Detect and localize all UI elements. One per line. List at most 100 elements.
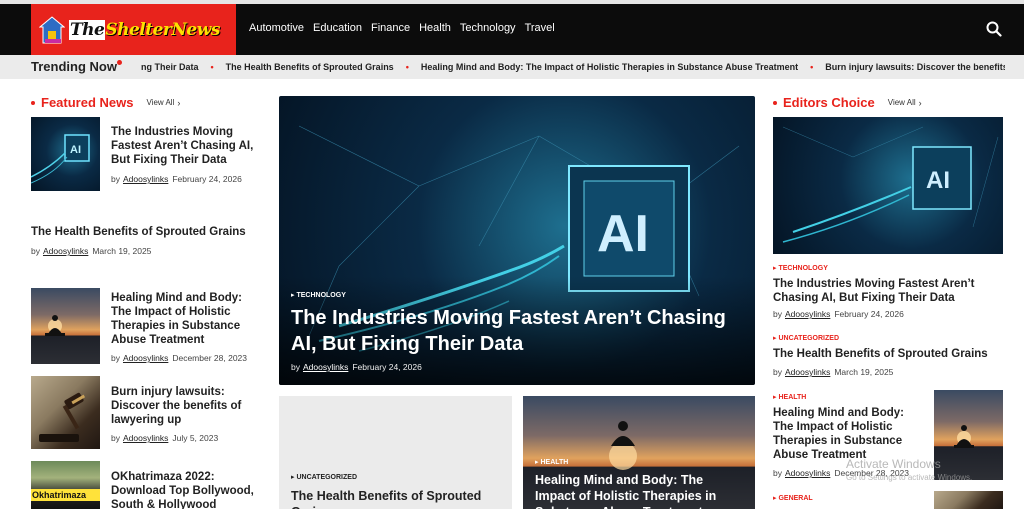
editors-category[interactable]: ▸ TECHNOLOGY — [773, 264, 828, 272]
ticker-item[interactable]: Healing Mind and Body: The Impact of Hol… — [421, 62, 798, 72]
post-thumbnail-meditation[interactable] — [31, 288, 100, 364]
svg-text:AI: AI — [70, 144, 81, 156]
post-thumbnail-ai[interactable]: AI — [31, 117, 100, 191]
editors-thumbnail-meditation[interactable] — [934, 390, 1003, 480]
chevron-right-icon: › — [918, 97, 922, 108]
meta-by: by — [291, 362, 300, 372]
section-dot — [31, 100, 35, 105]
author-link[interactable]: Adoosylinks — [123, 433, 168, 443]
editors-view-all-link[interactable]: View All › — [888, 98, 922, 108]
thumbnail-caption: Okhatrimaza — [31, 489, 100, 501]
post-meta: by Adoosylinks February 24, 2026 — [111, 174, 242, 184]
nav-item-technology[interactable]: Technology — [460, 22, 516, 34]
meta-by: by — [773, 367, 782, 377]
post-thumbnail-gavel[interactable] — [31, 376, 100, 449]
post-date: February 24, 2026 — [834, 309, 904, 319]
post-date: March 19, 2025 — [834, 367, 894, 377]
editors-choice-title: Editors Choice — [783, 95, 875, 110]
site-logo[interactable]: TheShelterNews — [31, 4, 236, 55]
author-link[interactable]: Adoosylinks — [303, 362, 348, 372]
featured-news-title: Featured News — [41, 95, 134, 110]
meta-by: by — [773, 309, 782, 319]
author-link[interactable]: Adoosylinks — [123, 174, 168, 184]
hero-title[interactable]: The Industries Moving Fastest Aren’t Cha… — [291, 305, 731, 357]
editors-post-title[interactable]: The Health Benefits of Sprouted Grains — [773, 347, 1013, 361]
ticker-bullet: • — [810, 62, 814, 72]
meta-by: by — [111, 174, 120, 184]
ticker-item[interactable]: Burn injury lawsuits: Discover the benef… — [825, 62, 1005, 72]
editors-post-title[interactable]: The Industries Moving Fastest Aren’t Cha… — [773, 277, 998, 305]
view-all-label: View All — [146, 98, 175, 107]
meta-by: by — [773, 468, 782, 478]
ticker-item[interactable]: ng Their Data — [141, 62, 199, 72]
post-date: February 24, 2026 — [172, 174, 242, 184]
featured-view-all-link[interactable]: View All › — [146, 98, 180, 108]
editors-chip-text: AI — [926, 167, 950, 194]
post-date: December 28, 2023 — [172, 353, 248, 363]
card-category-label: HEALTH — [540, 459, 569, 466]
card-title[interactable]: Healing Mind and Body: The Impact of Hol… — [535, 472, 745, 509]
view-all-label: View All — [887, 98, 916, 107]
nav-item-education[interactable]: Education — [313, 22, 362, 34]
hero-category-label: TECHNOLOGY — [296, 292, 346, 299]
post-date: July 5, 2023 — [172, 433, 219, 443]
nav-item-automotive[interactable]: Automotive — [249, 22, 304, 34]
hero-category[interactable]: ▸ TECHNOLOGY — [291, 291, 346, 299]
featured-news-header: Featured News View All › — [31, 95, 180, 110]
trending-label: Trending Now — [31, 59, 117, 74]
card-category[interactable]: ▸ HEALTH — [535, 458, 568, 466]
card-title[interactable]: The Health Benefits of Sprouted Grains — [291, 488, 506, 509]
ai-chip-icon: AI — [31, 134, 90, 184]
editors-category[interactable]: ▸ HEALTH — [773, 393, 806, 401]
logo-wordmark: TheShelterNews — [69, 19, 220, 40]
activate-windows-hint: Go to Settings to activate Windows. — [846, 473, 973, 482]
ticker-item[interactable]: The Health Benefits of Sprouted Grains — [226, 62, 394, 72]
section-dot — [773, 100, 777, 105]
chevron-right-icon: › — [177, 97, 181, 108]
post-thumbnail-movies[interactable]: Okhatrimaza — [31, 461, 100, 509]
post-meta: by Adoosylinks February 24, 2026 — [773, 309, 904, 319]
meta-by: by — [111, 353, 120, 363]
featured-post-title[interactable]: Burn injury lawsuits: Discover the benef… — [111, 385, 261, 427]
card-category[interactable]: ▸ UNCATEGORIZED — [291, 473, 357, 481]
category-label: HEALTH — [778, 394, 807, 401]
nav-item-finance[interactable]: Finance — [371, 22, 410, 34]
author-link[interactable]: Adoosylinks — [123, 353, 168, 363]
editors-category[interactable]: ▸ UNCATEGORIZED — [773, 334, 839, 342]
featured-post-title[interactable]: OKhatrimaza 2022: Download Top Bollywood… — [111, 470, 263, 509]
post-meta: by Adoosylinks March 19, 2025 — [31, 246, 151, 256]
ticker-item-text: ng Their Data — [141, 62, 199, 72]
featured-post-title[interactable]: The Industries Moving Fastest Aren’t Cha… — [111, 125, 263, 167]
ticker-item-text: Burn injury lawsuits: Discover the benef… — [825, 62, 1005, 72]
editors-choice-header: Editors Choice View All › — [773, 95, 922, 110]
featured-post-title[interactable]: The Health Benefits of Sprouted Grains — [31, 225, 271, 239]
author-link[interactable]: Adoosylinks — [785, 468, 830, 478]
search-icon[interactable] — [986, 21, 1002, 37]
ticker-item-text: The Health Benefits of Sprouted Grains — [225, 62, 394, 72]
author-link[interactable]: Adoosylinks — [43, 246, 88, 256]
editors-thumbnail-general[interactable] — [934, 491, 1003, 509]
logo-word-news: News — [171, 19, 220, 40]
gavel-icon — [39, 392, 86, 442]
card-category-label: UNCATEGORIZED — [296, 474, 358, 481]
trending-bar: Trending Now ng Their Data • The Health … — [0, 55, 1024, 79]
post-date: March 19, 2025 — [92, 246, 152, 256]
post-meta: by Adoosylinks December 28, 2023 — [111, 353, 247, 363]
editors-post-title[interactable]: Healing Mind and Body: The Impact of Hol… — [773, 406, 923, 462]
site-header: TheShelterNews Automotive Education Fina… — [0, 0, 1024, 55]
nav-item-health[interactable]: Health — [419, 22, 451, 34]
ticker-item-text: Healing Mind and Body: The Impact of Hol… — [420, 62, 799, 72]
nav-item-travel[interactable]: Travel — [525, 22, 555, 34]
post-date: February 24, 2026 — [352, 362, 422, 372]
editors-category[interactable]: ▸ GENERAL — [773, 494, 813, 502]
featured-post-title[interactable]: Healing Mind and Body: The Impact of Hol… — [111, 291, 261, 347]
editors-thumbnail-ai[interactable]: AI — [773, 117, 1003, 254]
category-label: GENERAL — [778, 495, 813, 502]
author-link[interactable]: Adoosylinks — [785, 367, 830, 377]
ticker-bullet: • — [405, 62, 409, 72]
logo-word-shelter: Shelter — [105, 19, 172, 40]
activate-windows-watermark: Activate Windows — [846, 457, 941, 471]
author-link[interactable]: Adoosylinks — [785, 309, 830, 319]
post-meta: by Adoosylinks March 19, 2025 — [773, 367, 893, 377]
hero-meta: by Adoosylinks February 24, 2026 — [291, 362, 422, 372]
